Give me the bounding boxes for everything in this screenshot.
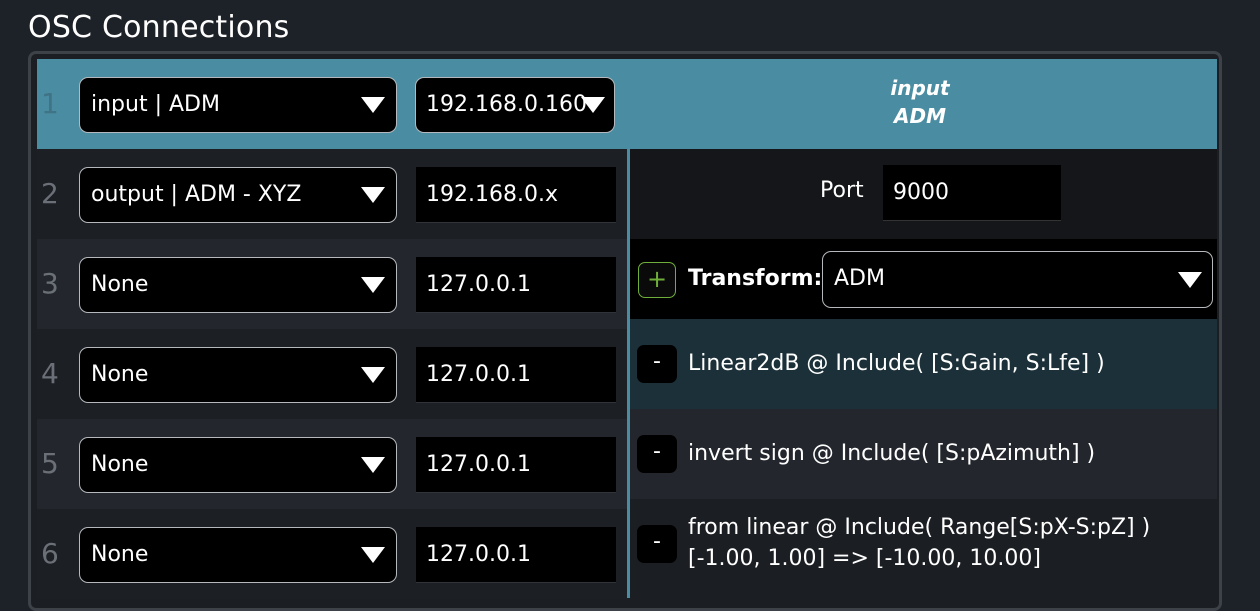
- ip-address-value: 192.168.0.x: [426, 182, 558, 207]
- transform-item-text: from linear @ Include( Range[S:pX-S:pZ] …: [688, 515, 1151, 540]
- chevron-down-icon: [1178, 272, 1202, 288]
- mode-dropdown[interactable]: None: [79, 257, 397, 313]
- connection-row-5[interactable]: 5 None 127.0.0.1: [37, 419, 628, 509]
- ip-address-field[interactable]: 127.0.0.1: [416, 437, 616, 493]
- mode-dropdown[interactable]: None: [79, 437, 397, 493]
- mode-dropdown-value: input | ADM: [91, 92, 220, 117]
- ip-address-value: 127.0.0.1: [426, 362, 531, 387]
- chevron-down-icon: [361, 457, 385, 473]
- row-number: 3: [41, 267, 59, 300]
- mode-dropdown-value: output | ADM - XYZ: [91, 182, 302, 207]
- row-number: 2: [41, 177, 59, 210]
- chevron-down-icon: [581, 97, 605, 113]
- transform-label: Transform:: [688, 266, 823, 291]
- mode-dropdown[interactable]: input | ADM: [79, 77, 397, 133]
- mode-dropdown-value: None: [91, 452, 149, 477]
- chevron-down-icon: [361, 367, 385, 383]
- connection-row-6[interactable]: 6 None 127.0.0.1: [37, 509, 628, 599]
- mode-dropdown-value: None: [91, 542, 149, 567]
- ip-address-field[interactable]: 127.0.0.1: [416, 347, 616, 403]
- ip-dropdown-value: 192.168.0.160: [426, 92, 587, 117]
- transform-item-text: invert sign @ Include( [S:pAzimuth] ): [688, 441, 1096, 466]
- chevron-down-icon: [361, 547, 385, 563]
- chevron-down-icon: [361, 97, 385, 113]
- ip-address-value: 127.0.0.1: [426, 272, 531, 297]
- port-input[interactable]: 9000: [883, 165, 1061, 221]
- mode-dropdown[interactable]: None: [79, 527, 397, 583]
- chevron-down-icon: [361, 187, 385, 203]
- chevron-down-icon: [361, 277, 385, 293]
- row-number: 4: [41, 357, 59, 390]
- mode-dropdown-value: None: [91, 272, 149, 297]
- row-number: 1: [41, 87, 59, 120]
- transform-item-range: [-1.00, 1.00] => [-10.00, 10.00]: [688, 546, 1041, 571]
- add-transform-button[interactable]: +: [638, 262, 676, 298]
- row-number: 6: [41, 537, 59, 570]
- ip-address-field[interactable]: 192.168.0.x: [416, 167, 616, 223]
- selected-protocol: ADM: [894, 104, 946, 128]
- ip-address-field[interactable]: 127.0.0.1: [416, 527, 616, 583]
- ip-dropdown[interactable]: 192.168.0.160: [415, 77, 615, 133]
- remove-transform-button[interactable]: -: [637, 525, 677, 563]
- selected-connection-label: input ADM: [855, 74, 985, 130]
- ip-address-value: 127.0.0.1: [426, 452, 531, 477]
- port-label: Port: [820, 178, 864, 203]
- remove-transform-button[interactable]: -: [637, 435, 677, 473]
- mode-dropdown[interactable]: None: [79, 347, 397, 403]
- connection-row-1[interactable]: 1 input | ADM 192.168.0.160: [37, 59, 1217, 149]
- page-title: OSC Connections: [28, 10, 290, 45]
- mode-dropdown[interactable]: output | ADM - XYZ: [79, 167, 397, 223]
- transform-item-text: Linear2dB @ Include( [S:Gain, S:Lfe] ): [688, 351, 1105, 376]
- connection-row-4[interactable]: 4 None 127.0.0.1: [37, 329, 628, 419]
- mode-dropdown-value: None: [91, 362, 149, 387]
- transform-dropdown-value: ADM: [834, 266, 885, 291]
- transform-dropdown[interactable]: ADM: [822, 251, 1213, 308]
- ip-address-value: 127.0.0.1: [426, 542, 531, 567]
- row-number: 5: [41, 447, 59, 480]
- ip-address-field[interactable]: 127.0.0.1: [416, 257, 616, 313]
- selected-direction: input: [890, 76, 950, 100]
- remove-transform-button[interactable]: -: [637, 345, 677, 383]
- connection-row-2[interactable]: 2 output | ADM - XYZ 192.168.0.x: [37, 149, 628, 239]
- port-value: 9000: [893, 180, 949, 205]
- connection-row-3[interactable]: 3 None 127.0.0.1: [37, 239, 628, 329]
